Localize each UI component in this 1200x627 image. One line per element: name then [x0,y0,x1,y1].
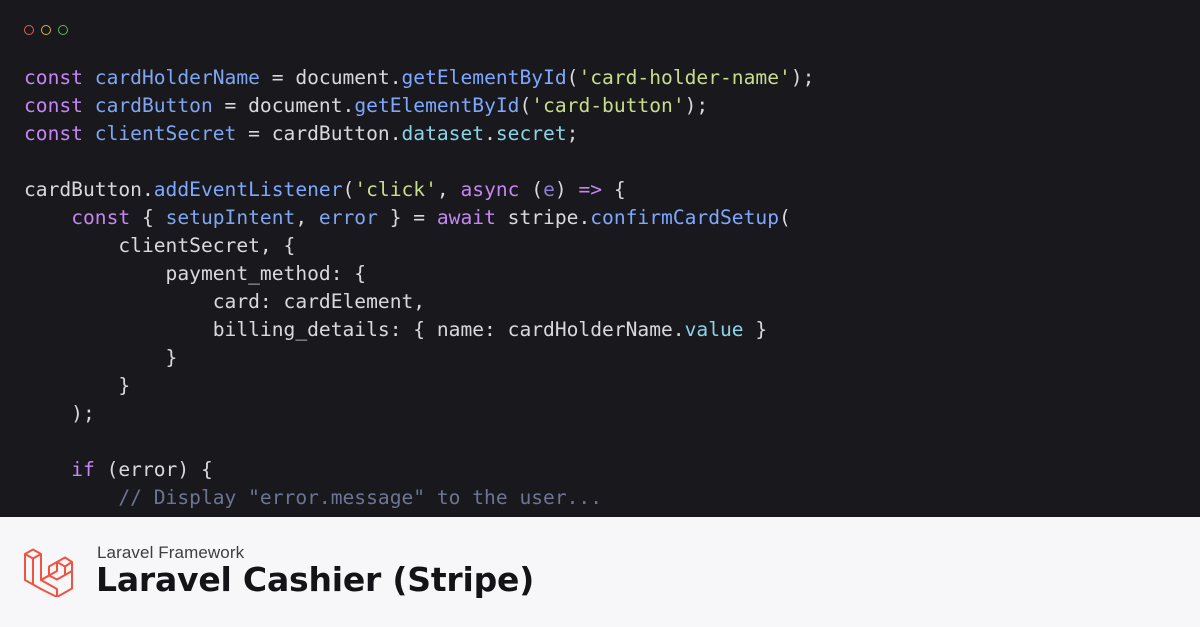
code-token: ); [684,94,709,117]
laravel-logo-icon [24,548,73,597]
code-token: } [24,374,131,397]
code-token: 'card-holder-name' [578,66,791,89]
code-token: ) [554,178,579,201]
code-token: // Display "error.message" to the user..… [24,486,603,509]
code-token: 'card-button' [531,94,685,117]
code-token: = document. [212,94,355,117]
code-token: if [71,458,95,481]
code-token: , [436,178,461,201]
code-line: cardButton.addEventListener('click', asy… [24,176,814,204]
banner: const cardHolderName = document.getEleme… [0,0,1200,627]
code-token: , [295,206,319,229]
code-token: ( [566,66,579,89]
code-token: (error) { [94,458,213,481]
code-token: 'click' [354,178,437,201]
code-token: async [460,178,520,201]
code-token: . [484,122,496,145]
code-token: = cardButton. [236,122,402,145]
code-token: } [24,346,178,369]
code-token: => [578,178,603,201]
code-token: await [436,206,496,229]
code-token: cardButton [94,94,213,117]
code-token: const [24,122,95,145]
code-token: } = [377,206,437,229]
code-token: ( [519,178,544,201]
code-token: card: cardElement, [24,290,426,313]
code-line: clientSecret, { [24,232,814,260]
code-line: // Display "error.message" to the user..… [24,484,814,512]
code-line: payment_method: { [24,260,814,288]
code-line: const { setupIntent, error } = await str… [24,204,814,232]
code-token: clientSecret [94,122,237,145]
code-token: const [24,66,95,89]
close-icon[interactable] [24,25,34,35]
code-token: ( [519,94,532,117]
code-token: dataset [401,122,485,145]
code-line: card: cardElement, [24,288,814,316]
code-token: e [543,178,555,201]
code-token: ( [779,206,791,229]
code-token: payment_method: { [24,262,367,285]
code-line: ); [24,400,814,428]
code-line: const cardHolderName = document.getEleme… [24,64,814,92]
code-line: billing_details: { name: cardHolderName.… [24,316,814,344]
code-token: ; [566,122,579,145]
code-token: addEventListener [153,178,343,201]
code-token: cardHolderName [94,66,260,89]
code-block: const cardHolderName = document.getEleme… [24,64,814,512]
code-token: billing_details: { name: cardHolderName. [24,318,685,341]
code-line: } [24,372,814,400]
code-token: setupIntent [165,206,296,229]
code-token: ( [342,178,355,201]
code-line: const clientSecret = cardButton.dataset.… [24,120,814,148]
code-token: ); [24,402,95,425]
code-token: stripe. [495,206,591,229]
code-token: getElementById [354,94,520,117]
code-line: const cardButton = document.getElementBy… [24,92,814,120]
code-token: secret [495,122,567,145]
code-token: error [318,206,378,229]
code-token: confirmCardSetup [590,206,779,229]
code-token: const [24,94,95,117]
footer-title: Laravel Cashier (Stripe) [96,560,535,599]
window-controls [24,25,68,35]
minimize-icon[interactable] [41,25,51,35]
code-token: } [743,318,768,341]
code-token: cardButton. [24,178,154,201]
code-token: { [602,178,626,201]
maximize-icon[interactable] [58,25,68,35]
code-token: value [684,318,744,341]
code-line: } [24,344,814,372]
code-editor: const cardHolderName = document.getEleme… [0,0,1200,517]
code-token: { [130,206,166,229]
code-token: clientSecret, { [24,234,296,257]
code-line: if (error) { [24,456,814,484]
code-token: getElementById [401,66,567,89]
code-token: = document. [259,66,402,89]
code-token: ); [790,66,815,89]
code-token: const [71,206,131,229]
